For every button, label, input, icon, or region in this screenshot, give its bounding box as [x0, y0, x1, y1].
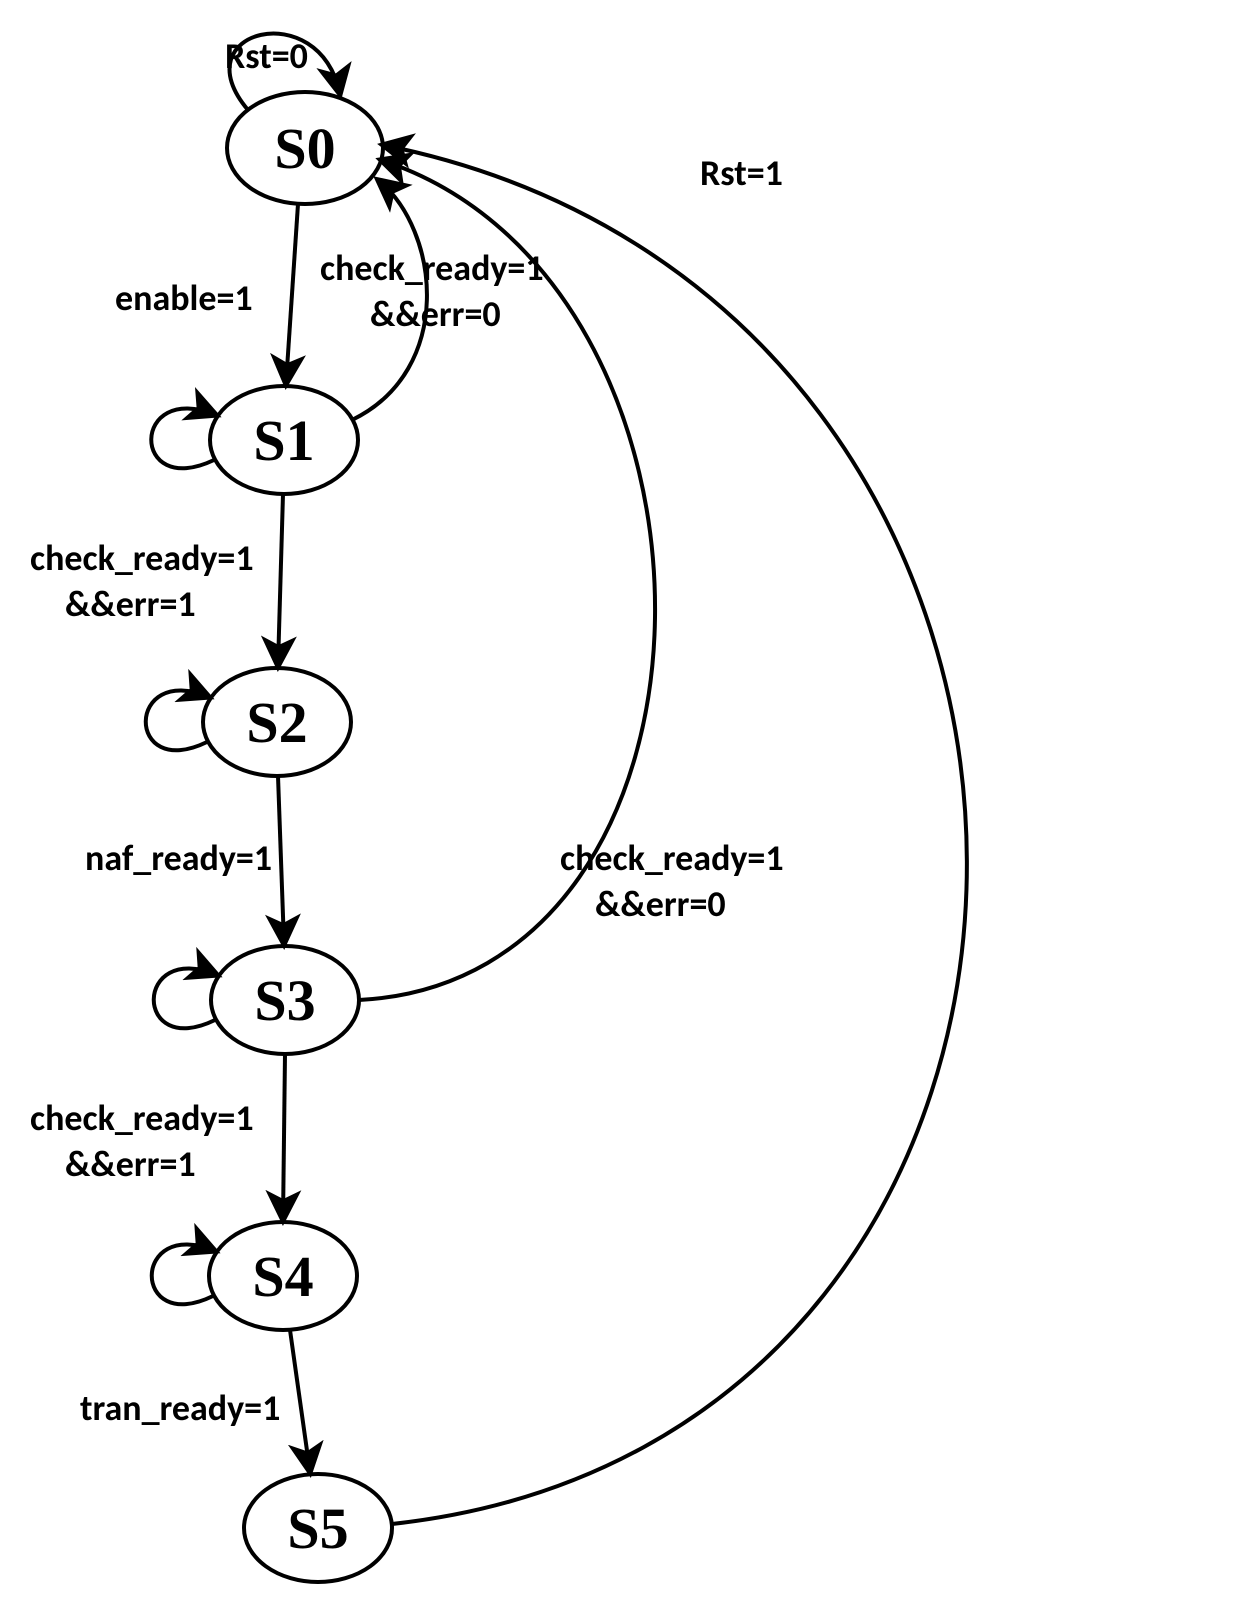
label-s5-s0: Rst=1 [700, 151, 783, 195]
edge-s0-s1 [286, 204, 298, 384]
edge-s4-s5 [290, 1330, 310, 1472]
state-s1-label: S1 [253, 408, 314, 473]
label-s1-s0-a: check_ready=1 [320, 246, 544, 290]
label-s3-s4-b: &&err=1 [65, 1142, 196, 1186]
state-s5-label: S5 [287, 1496, 348, 1561]
edge-s5-s0 [383, 145, 967, 1524]
edge-s1-s2 [278, 494, 283, 666]
state-s4-label: S4 [252, 1244, 313, 1309]
label-s4-s5: tran_ready=1 [80, 1386, 280, 1430]
label-s0-s1: enable=1 [115, 276, 253, 320]
edge-s2-self [146, 691, 209, 751]
edge-s2-s3 [278, 776, 284, 944]
label-s3-s4-a: check_ready=1 [30, 1096, 254, 1140]
edge-s4-self [152, 1245, 215, 1305]
label-s3-s0-b: &&err=0 [595, 882, 726, 926]
label-s1-s2-a: check_ready=1 [30, 536, 254, 580]
edge-s3-s4 [283, 1054, 285, 1220]
state-s2-label: S2 [246, 690, 307, 755]
label-s1-s0-b: &&err=0 [370, 292, 501, 336]
state-s0-label: S0 [274, 116, 335, 181]
label-s2-s3: naf_ready=1 [85, 836, 272, 880]
label-s1-s2-b: &&err=1 [65, 582, 196, 626]
state-s3-label: S3 [254, 968, 315, 1033]
edge-s1-self [151, 409, 216, 469]
label-s0-self: Rst=0 [225, 34, 308, 78]
label-s3-s0-a: check_ready=1 [560, 836, 784, 880]
edge-s3-self [154, 969, 217, 1029]
state-diagram: S0 S1 S2 S3 S4 S5 Rst=0 enable=1 check_r… [0, 0, 1240, 1603]
